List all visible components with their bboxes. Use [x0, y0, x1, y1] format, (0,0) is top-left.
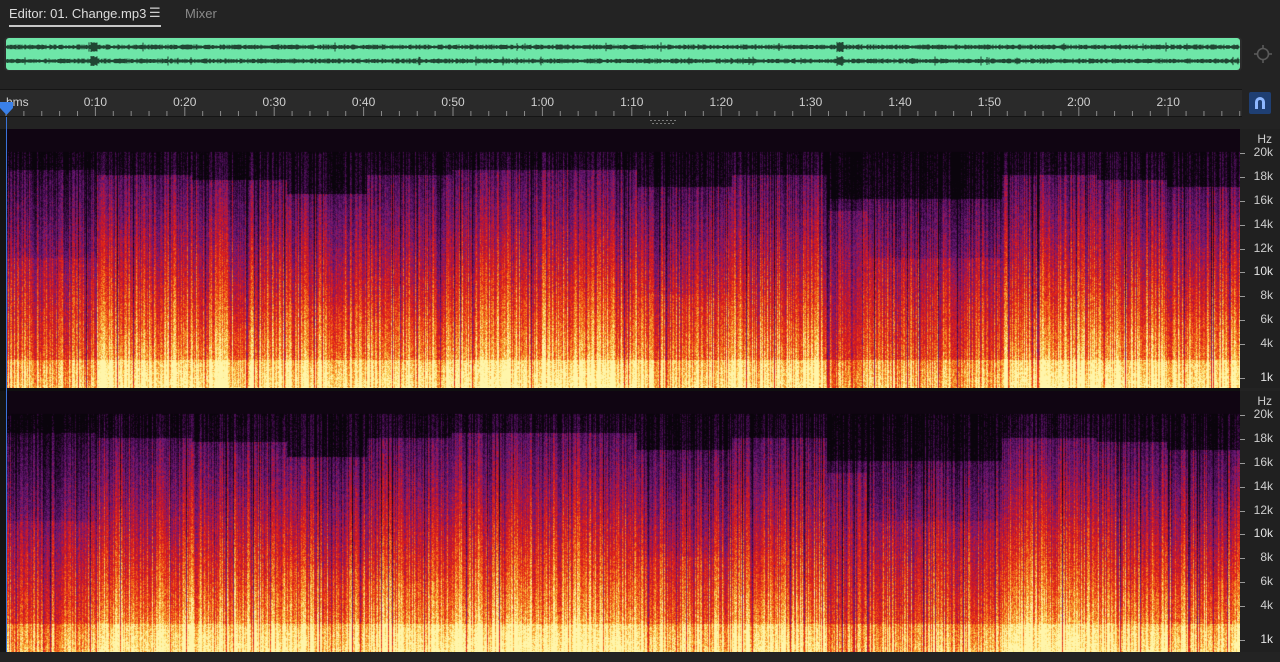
- hz-scale-label: 1k: [1260, 370, 1273, 384]
- hz-scale-label: 10k: [1253, 264, 1273, 278]
- hz-scale-label: 10k: [1253, 526, 1273, 540]
- overview-waveform[interactable]: [6, 38, 1240, 70]
- hz-scale-label: 12k: [1253, 503, 1273, 517]
- hz-scale-tick: [1240, 463, 1245, 464]
- overview-waveform-graphic: [6, 41, 1240, 66]
- hz-scale-tick: [1240, 582, 1245, 583]
- active-tab-underline: [9, 25, 161, 27]
- hz-scale-label: 4k: [1260, 336, 1273, 350]
- hz-scale-tick: [1240, 439, 1245, 440]
- hz-scale-tick: [1240, 344, 1245, 345]
- hz-unit-label: Hz: [1257, 132, 1272, 146]
- spectral-channel-right[interactable]: Hz 20k 18k 16k 14k 12k 10k 8k 6k 4k 1k: [0, 391, 1280, 652]
- ruler-time-label: 1:00: [531, 95, 555, 109]
- hz-scale-label: 8k: [1260, 550, 1273, 564]
- hz-scale-tick: [1240, 558, 1245, 559]
- ruler-time-label: 0:50: [441, 95, 465, 109]
- panel-resize-grip[interactable]: [650, 120, 678, 125]
- magnet-snap-icon[interactable]: [1249, 92, 1271, 114]
- playhead-marker-icon[interactable]: [0, 102, 13, 116]
- hz-scale-tick: [1240, 606, 1245, 607]
- ruler-time-label: 1:40: [888, 95, 912, 109]
- hz-scale-label: 20k: [1253, 407, 1273, 421]
- hz-scale-tick: [1240, 487, 1245, 488]
- tab-mixer-label: Mixer: [185, 6, 217, 21]
- ruler-labels: 0:10 0:20 0:30 0:40 0:50 1:00 1:10 1:20 1:30 1:40…: [84, 95, 1180, 109]
- ruler-time-label: 1:30: [799, 95, 823, 109]
- hz-scale-tick: [1240, 296, 1245, 297]
- hz-scale-label: 8k: [1260, 288, 1273, 302]
- tab-editor-label: Editor: 01. Change.mp3: [9, 6, 147, 21]
- ruler-time-label: 1:10: [620, 95, 644, 109]
- hz-scale-label: 6k: [1260, 574, 1273, 588]
- hz-scale-tick: [1240, 534, 1245, 535]
- ruler-time-label: 0:30: [263, 95, 287, 109]
- hz-unit-label: Hz: [1257, 394, 1272, 408]
- hz-scale-tick: [1240, 640, 1245, 641]
- time-ruler[interactable]: hms 0:10 0:20 0:30 0:40 0:50 1:00 1:10 1:20 1:30…: [0, 89, 1242, 117]
- spectral-frequency-display-right[interactable]: [7, 391, 1240, 652]
- hz-scale-label: 1k: [1260, 632, 1273, 646]
- hz-scale-tick: [1240, 378, 1245, 379]
- hz-scale-label: 16k: [1253, 455, 1273, 469]
- hamburger-menu-icon[interactable]: ☰: [149, 6, 161, 20]
- ruler-time-label: 0:20: [173, 95, 197, 109]
- ruler-time-label: 2:10: [1157, 95, 1181, 109]
- panel-tab-bar: Editor: 01. Change.mp3 ☰ Mixer: [0, 0, 1280, 30]
- hz-scale-tick: [1240, 272, 1245, 273]
- hz-scale-tick: [1240, 249, 1245, 250]
- ruler-time-label: 1:50: [978, 95, 1002, 109]
- hz-scale-label: 12k: [1253, 241, 1273, 255]
- hz-scale-label: 18k: [1253, 431, 1273, 445]
- frequency-scale-right: Hz 20k 18k 16k 14k 12k 10k 8k 6k 4k 1k: [1240, 391, 1280, 652]
- hz-scale-label: 20k: [1253, 145, 1273, 159]
- hz-scale-tick: [1240, 153, 1245, 154]
- hz-scale-label: 6k: [1260, 312, 1273, 326]
- frequency-scale-left: Hz 20k 18k 16k 14k 12k 10k 8k 6k 4k 1k: [1240, 129, 1280, 388]
- spectral-frequency-display-left[interactable]: [7, 129, 1240, 388]
- spectral-channel-left[interactable]: Hz 20k 18k 16k 14k 12k 10k 8k 6k 4k 1k: [0, 129, 1280, 388]
- hz-scale-tick: [1240, 225, 1245, 226]
- tab-editor[interactable]: Editor: 01. Change.mp3: [9, 6, 161, 27]
- hz-scale-label: 18k: [1253, 169, 1273, 183]
- ruler-time-label: 0:40: [352, 95, 376, 109]
- bottom-strip: [0, 652, 1280, 662]
- hz-scale-label: 14k: [1253, 479, 1273, 493]
- hz-scale-tick: [1240, 511, 1245, 512]
- tab-mixer[interactable]: Mixer: [185, 6, 217, 26]
- hz-scale-tick: [1240, 201, 1245, 202]
- zoom-crosshair-icon[interactable]: [1253, 44, 1273, 64]
- hz-scale-tick: [1240, 320, 1245, 321]
- ruler-time-label: 1:20: [710, 95, 734, 109]
- hz-scale-tick: [1240, 415, 1245, 416]
- hz-scale-label: 16k: [1253, 193, 1273, 207]
- hz-scale-label: 4k: [1260, 598, 1273, 612]
- ruler-time-label: 2:00: [1067, 95, 1091, 109]
- ruler-time-label: 0:10: [84, 95, 108, 109]
- hz-scale-label: 14k: [1253, 217, 1273, 231]
- time-ruler-graphic: hms 0:10 0:20 0:30 0:40 0:50 1:00 1:10 1:20 1:30…: [5, 95, 1241, 116]
- playhead-line[interactable]: [6, 117, 7, 652]
- overview-navigator[interactable]: [4, 37, 1242, 71]
- hz-scale-tick: [1240, 177, 1245, 178]
